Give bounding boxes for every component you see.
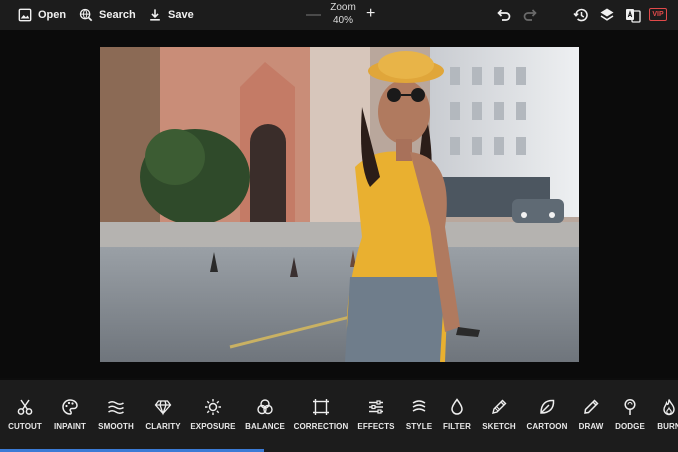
street-portrait-photo bbox=[100, 47, 579, 362]
tool-label: CLARITY bbox=[145, 422, 181, 431]
sun-icon bbox=[205, 399, 221, 415]
vip-badge[interactable]: VIP bbox=[649, 8, 667, 21]
flame-icon bbox=[663, 399, 675, 416]
layers-icon[interactable] bbox=[599, 7, 615, 23]
tool-label: BALANCE bbox=[245, 422, 285, 431]
save-label: Save bbox=[168, 9, 194, 21]
globe-search-icon bbox=[79, 8, 93, 22]
diamond-icon bbox=[154, 400, 172, 416]
leaf-icon bbox=[540, 399, 555, 414]
download-icon bbox=[150, 9, 160, 21]
tool-label: INPAINT bbox=[53, 422, 87, 431]
tools-bar: CUTOUT INPAINT SMOOTH CLARITY EXPOSURE B… bbox=[0, 380, 678, 452]
tool-label: EFFECTS bbox=[357, 422, 395, 431]
open-label: Open bbox=[38, 9, 67, 21]
redo-icon[interactable] bbox=[522, 7, 538, 23]
tool-clarity[interactable]: CLARITY bbox=[135, 398, 191, 431]
pen-icon bbox=[584, 399, 599, 414]
waves-icon bbox=[108, 401, 124, 414]
translate-icon[interactable] bbox=[625, 7, 641, 23]
zoom-control: — Zoom 40% + bbox=[300, 2, 386, 28]
zoom-in-button[interactable]: + bbox=[366, 6, 375, 22]
history-icon[interactable] bbox=[573, 7, 589, 23]
photo-canvas[interactable] bbox=[100, 47, 579, 362]
crop-frame-icon bbox=[313, 399, 329, 415]
drop-icon bbox=[451, 398, 463, 415]
search-button[interactable]: Search bbox=[79, 6, 136, 24]
tool-label: CARTOON bbox=[526, 422, 568, 431]
pencil-sketch-icon bbox=[492, 399, 507, 414]
scissors-icon bbox=[17, 399, 33, 415]
tool-label: DRAW bbox=[578, 422, 604, 431]
palette-icon bbox=[62, 399, 78, 415]
image-icon bbox=[18, 8, 32, 22]
tool-label: SMOOTH bbox=[98, 422, 134, 431]
open-button[interactable]: Open bbox=[18, 6, 66, 24]
tool-label: CORRECTION bbox=[293, 422, 349, 431]
save-button[interactable]: Save bbox=[148, 6, 194, 24]
rgb-circles-icon bbox=[257, 399, 273, 415]
tool-balance[interactable]: BALANCE bbox=[237, 398, 293, 431]
style-brush-icon bbox=[412, 400, 426, 412]
tool-label: SKETCH bbox=[482, 422, 516, 431]
tool-label: FILTER bbox=[442, 422, 471, 431]
tool-label: EXPOSURE bbox=[190, 422, 236, 431]
canvas-area bbox=[0, 30, 678, 378]
sliders-icon bbox=[369, 400, 383, 414]
tool-exposure[interactable]: EXPOSURE bbox=[185, 398, 241, 431]
tool-burn[interactable]: BURN bbox=[641, 398, 678, 431]
undo-icon[interactable] bbox=[496, 7, 512, 23]
top-toolbar: Open Search Save — Zoom 40% + VIP bbox=[0, 0, 678, 30]
tool-label: BURN bbox=[657, 422, 678, 431]
lollipop-icon bbox=[624, 398, 636, 415]
tool-correction[interactable]: CORRECTION bbox=[293, 398, 349, 431]
search-label: Search bbox=[99, 9, 136, 21]
tool-label: CUTOUT bbox=[8, 422, 42, 431]
